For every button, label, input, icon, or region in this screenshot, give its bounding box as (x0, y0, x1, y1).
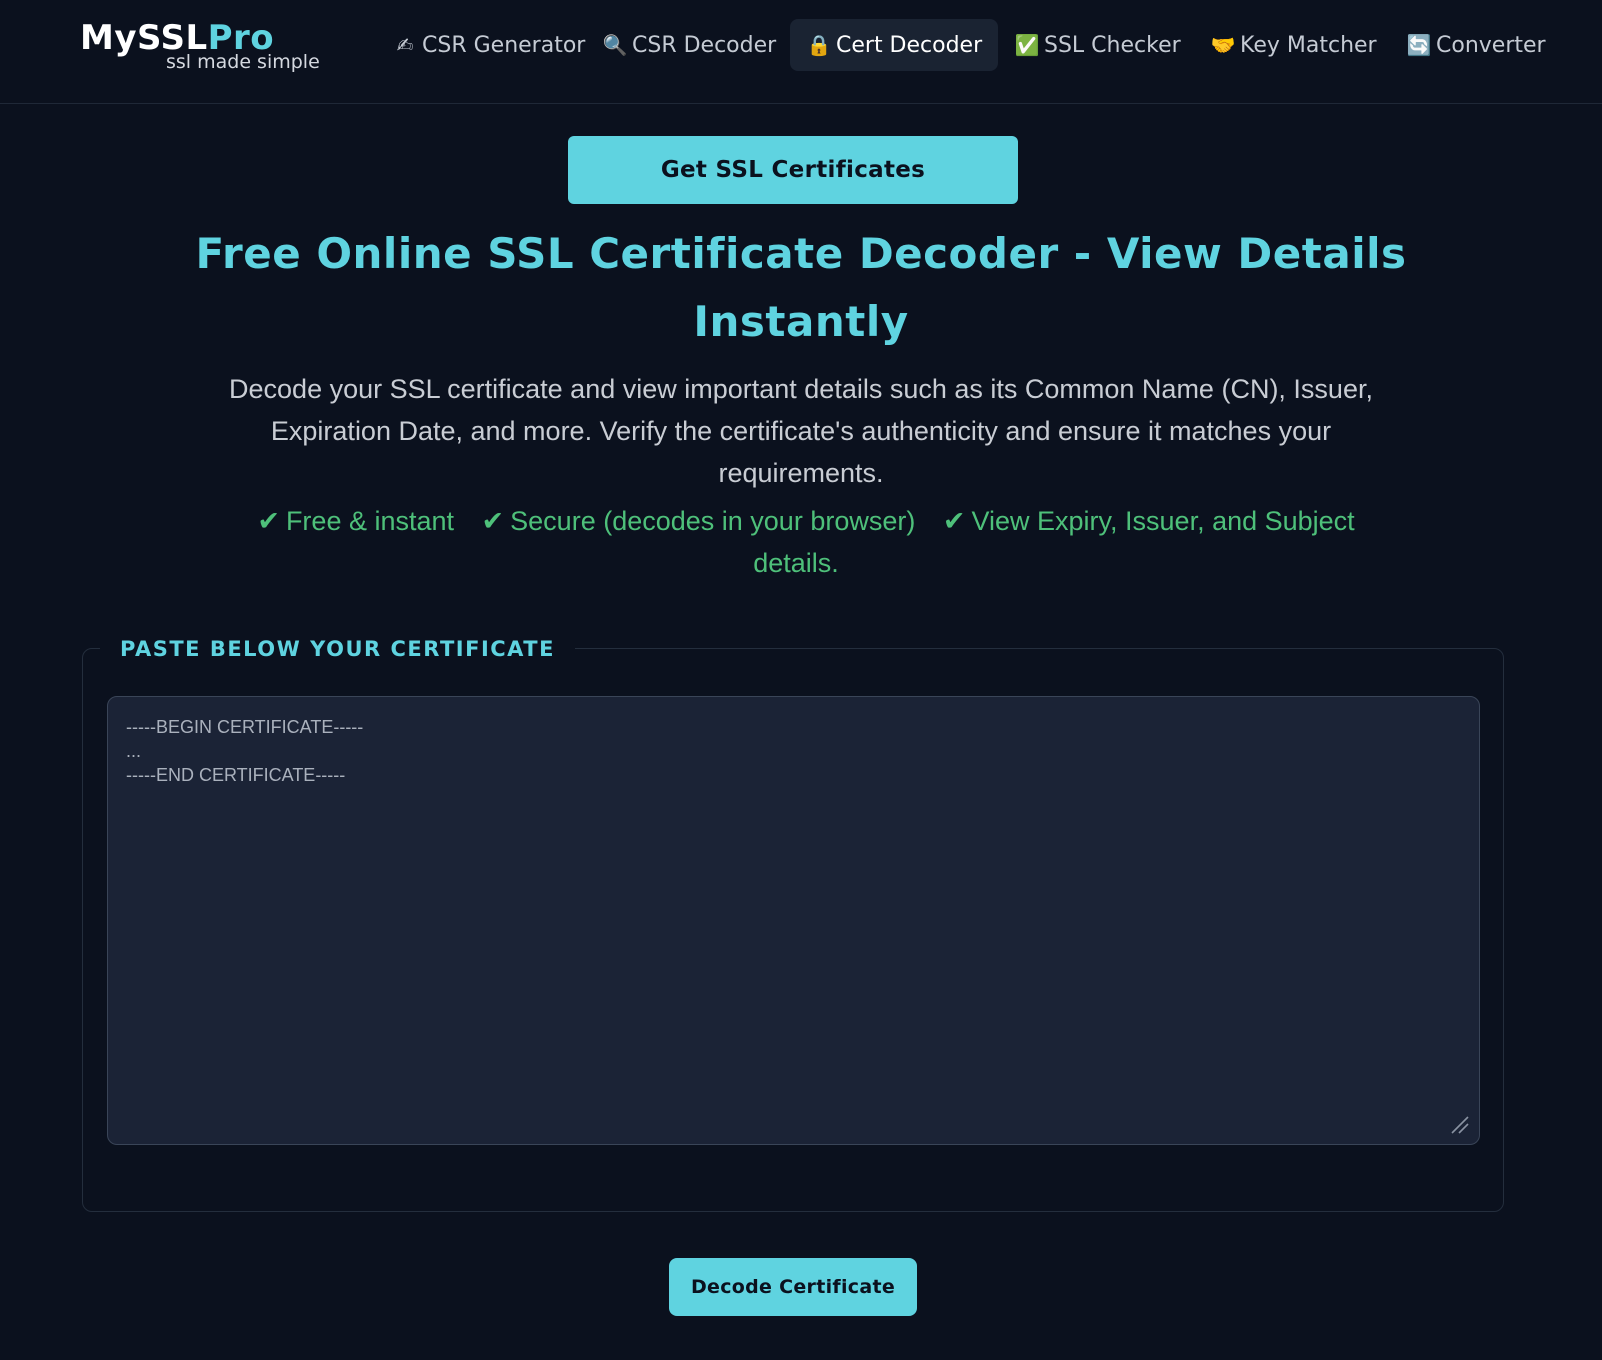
nav-label: Converter (1436, 32, 1546, 58)
writing-hand-icon: ✍ (396, 33, 414, 57)
page-title-line-2: Instantly (693, 297, 909, 346)
feature-text: Free & instant (285, 506, 455, 536)
check-icon: ✔ (257, 506, 280, 536)
refresh-icon: 🔄 (1406, 33, 1432, 57)
site-logo[interactable]: MySSLPro ssl made simple (78, 18, 343, 74)
page-description: Decode your SSL certificate and view imp… (229, 374, 1373, 488)
check-icon: ✔ (481, 506, 505, 536)
page-title-line-1: Free Online SSL Certificate Decoder - Vi… (195, 229, 1407, 278)
nav-csr-decoder[interactable]: 🔍 CSR Decoder (586, 19, 792, 71)
check-mark-icon: ✅ (1014, 33, 1040, 57)
get-ssl-certificates-button[interactable]: Get SSL Certificates (568, 136, 1018, 204)
nav-key-matcher[interactable]: 🤝 Key Matcher (1194, 19, 1393, 71)
decode-certificate-button[interactable]: Decode Certificate (669, 1258, 917, 1316)
nav-csr-generator[interactable]: ✍ CSR Generator (376, 19, 601, 71)
check-icon: ✔ (942, 506, 966, 536)
nav-label: CSR Decoder (632, 32, 777, 58)
feature-secure: ✔ Secure (decodes in your browser) (482, 506, 916, 536)
lock-icon: 🔒 (806, 33, 832, 57)
resize-grip-icon[interactable] (1448, 1113, 1470, 1135)
nav-label: SSL Checker (1044, 32, 1181, 58)
feature-list: ✔ Free & instant ✔ Secure (decodes in your… (215, 500, 1387, 584)
logo-tagline: ssl made simple (166, 51, 320, 73)
certificate-panel-legend: PASTE BELOW YOUR CERTIFICATE (100, 634, 575, 664)
site-header: MySSLPro ssl made simple ✍ CSR Generator… (0, 0, 1602, 104)
page-title: Free Online SSL Certificate Decoder - Vi… (120, 220, 1482, 356)
nav-label: Key Matcher (1240, 32, 1377, 58)
feature-text: Secure (decodes in your browser) (510, 506, 916, 536)
handshake-icon: 🤝 (1210, 33, 1236, 57)
logo-my: My (80, 18, 137, 58)
nav-cert-decoder[interactable]: 🔒 Cert Decoder (790, 19, 999, 71)
magnifier-icon: 🔍 (602, 33, 628, 57)
nav-ssl-checker[interactable]: ✅ SSL Checker (998, 19, 1197, 71)
certificate-input[interactable] (107, 696, 1480, 1145)
feature-free-instant: ✔ Free & instant (257, 506, 454, 536)
nav-label: Cert Decoder (836, 32, 983, 58)
nav-converter[interactable]: 🔄 Converter (1390, 19, 1562, 71)
nav-label: CSR Generator (422, 32, 586, 58)
